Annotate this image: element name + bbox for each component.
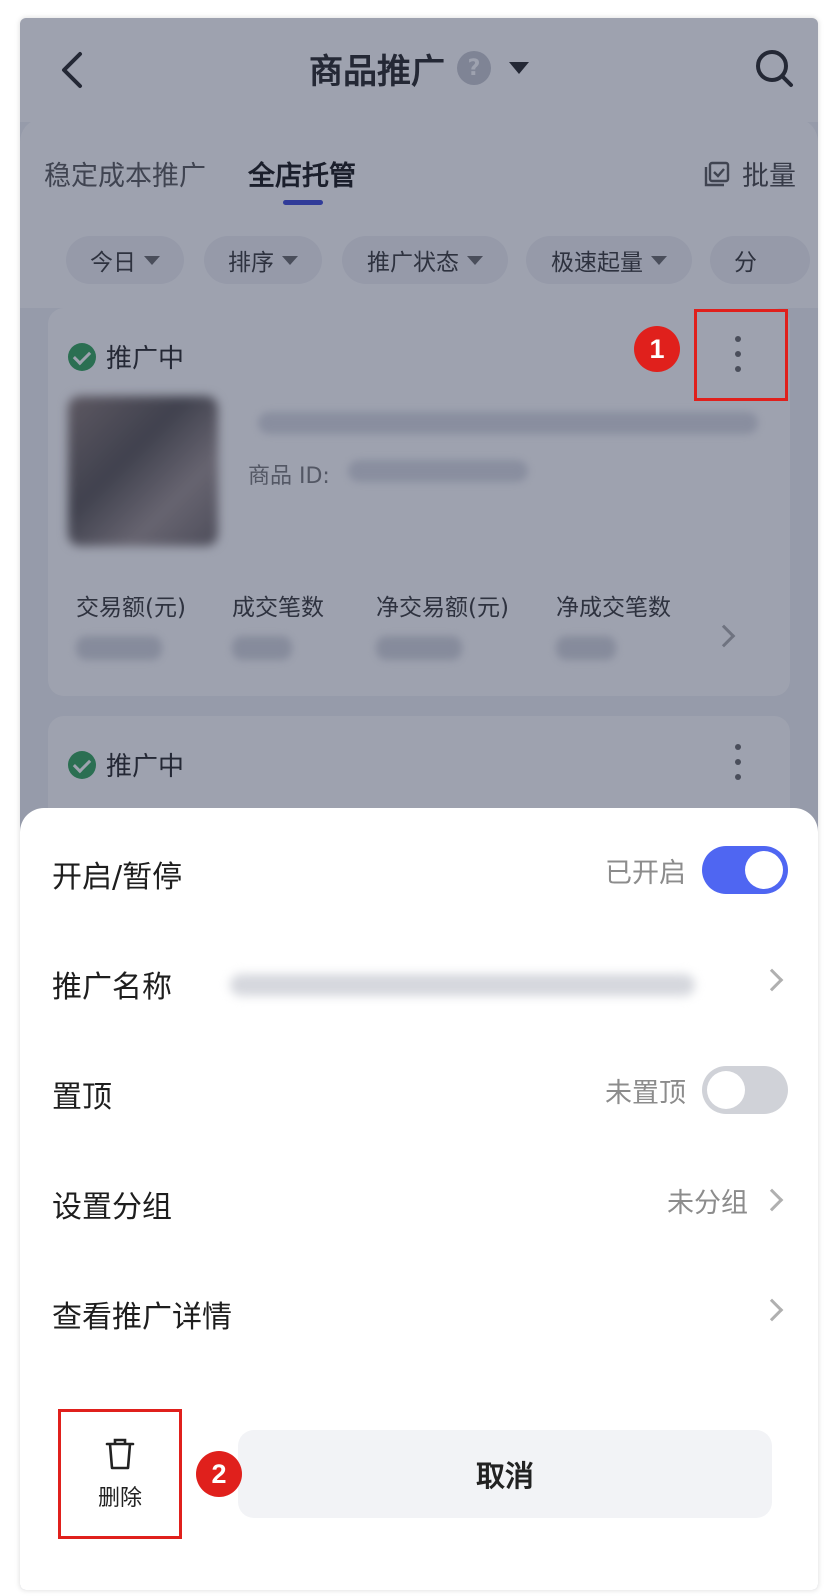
pin-toggle[interactable] xyxy=(702,1066,788,1114)
chevron-right-icon xyxy=(760,1298,784,1322)
row-label: 开启/暂停 xyxy=(52,860,183,895)
annotation-box-delete xyxy=(58,1409,182,1539)
annotation-box-more xyxy=(694,309,788,401)
row-value: 未置顶 xyxy=(605,1077,686,1109)
row-view-details[interactable]: 查看推广详情 xyxy=(20,1256,818,1366)
enable-toggle[interactable] xyxy=(702,846,788,894)
row-label: 置顶 xyxy=(52,1080,112,1115)
chevron-right-icon xyxy=(760,968,784,992)
row-label: 推广名称 xyxy=(52,970,172,1005)
row-label: 查看推广详情 xyxy=(52,1300,232,1335)
row-value: 未分组 xyxy=(667,1187,748,1219)
row-promotion-name[interactable]: 推广名称 xyxy=(20,926,818,1036)
annotation-badge-2: 2 xyxy=(196,1451,242,1497)
row-label: 设置分组 xyxy=(52,1190,172,1225)
cancel-button[interactable]: 取消 xyxy=(238,1430,772,1518)
annotation-badge-1: 1 xyxy=(634,326,680,372)
promotion-name-blurred xyxy=(230,974,695,996)
row-toggle-enable[interactable]: 开启/暂停 已开启 xyxy=(20,816,818,926)
row-value: 已开启 xyxy=(605,857,686,889)
row-set-group[interactable]: 设置分组 未分组 xyxy=(20,1146,818,1256)
chevron-right-icon xyxy=(760,1188,784,1212)
row-pin-top[interactable]: 置顶 未置顶 xyxy=(20,1036,818,1146)
phone-screen: 商品推广 ? 稳定成本推广 全店托管 批量 今日 排序 推广状态 极速起量 分 … xyxy=(20,18,818,1590)
